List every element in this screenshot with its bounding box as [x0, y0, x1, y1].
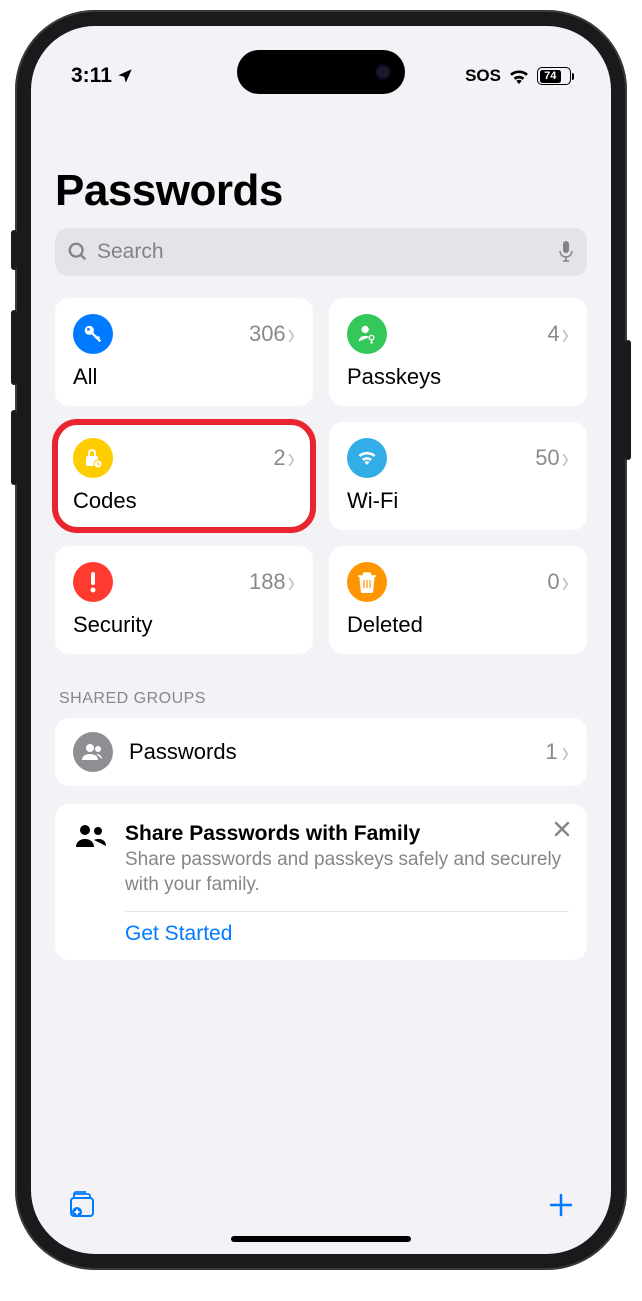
tile-all[interactable]: 306› All	[55, 298, 313, 406]
tile-count: 50	[535, 445, 559, 471]
tile-count: 0	[547, 569, 559, 595]
exclaim-icon	[73, 562, 113, 602]
search-icon	[67, 241, 89, 263]
tile-label: Wi-Fi	[347, 488, 569, 514]
tile-label: Codes	[73, 488, 295, 514]
mic-icon[interactable]	[557, 240, 575, 264]
screen: 3:11 SOS 74 Passwords Search	[31, 26, 611, 1254]
person-key-icon	[347, 314, 387, 354]
search-input[interactable]: Search	[55, 228, 587, 276]
shared-group-label: Passwords	[129, 739, 529, 765]
family-share-promo: Share Passwords with Family Share passwo…	[55, 804, 587, 960]
toolbar	[31, 1174, 611, 1254]
chevron-icon: ›	[562, 734, 569, 770]
promo-description: Share passwords and passkeys safely and …	[125, 848, 569, 897]
device-frame: 3:11 SOS 74 Passwords Search	[15, 10, 627, 1270]
chevron-icon: ›	[288, 440, 295, 476]
status-time: 3:11	[71, 64, 112, 88]
chevron-icon: ›	[562, 316, 569, 352]
close-icon[interactable]	[553, 820, 571, 838]
trash-icon	[347, 562, 387, 602]
tile-label: Passkeys	[347, 364, 569, 390]
dynamic-island	[237, 50, 405, 94]
tile-codes[interactable]: 2› Codes	[55, 422, 313, 530]
key-icon	[73, 314, 113, 354]
shared-group-row[interactable]: Passwords 1›	[55, 718, 587, 786]
wifi-icon	[347, 438, 387, 478]
tile-count: 2	[273, 445, 285, 471]
chevron-icon: ›	[288, 316, 295, 352]
group-icon	[73, 732, 113, 772]
family-icon	[73, 822, 109, 946]
shared-groups-header: SHARED GROUPS	[59, 690, 587, 708]
search-placeholder: Search	[97, 240, 549, 264]
battery-level: 74	[540, 70, 561, 83]
tile-wifi[interactable]: 50› Wi-Fi	[329, 422, 587, 530]
promo-title: Share Passwords with Family	[125, 822, 569, 846]
category-grid: 306› All 4› Passkeys	[55, 298, 587, 654]
tile-label: Security	[73, 612, 295, 638]
tile-count: 188	[249, 569, 286, 595]
page-title: Passwords	[55, 166, 587, 216]
tile-passkeys[interactable]: 4› Passkeys	[329, 298, 587, 406]
lock-clock-icon	[73, 438, 113, 478]
add-button[interactable]	[547, 1191, 575, 1219]
tile-deleted[interactable]: 0› Deleted	[329, 546, 587, 654]
home-indicator[interactable]	[231, 1236, 411, 1242]
wifi-icon	[508, 68, 530, 84]
tile-label: All	[73, 364, 295, 390]
new-group-button[interactable]	[67, 1190, 99, 1220]
chevron-icon: ›	[562, 564, 569, 600]
divider	[125, 911, 569, 912]
tile-count: 306	[249, 321, 286, 347]
tile-count: 4	[547, 321, 559, 347]
shared-group-count: 1	[545, 739, 557, 765]
location-icon	[116, 67, 134, 85]
sos-indicator: SOS	[465, 66, 501, 86]
get-started-button[interactable]: Get Started	[125, 922, 569, 946]
tile-security[interactable]: 188› Security	[55, 546, 313, 654]
chevron-icon: ›	[562, 440, 569, 476]
battery-icon: 74	[537, 67, 571, 85]
tile-label: Deleted	[347, 612, 569, 638]
chevron-icon: ›	[288, 564, 295, 600]
